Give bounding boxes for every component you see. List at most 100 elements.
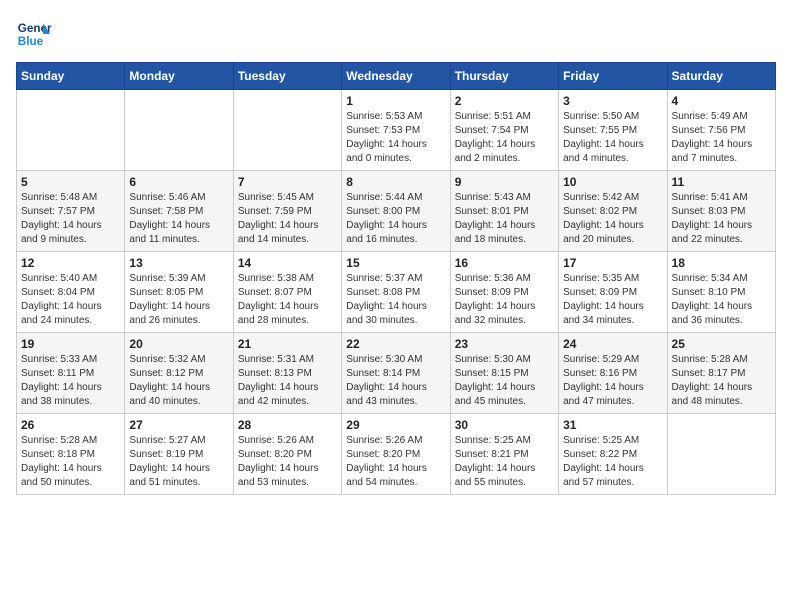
- day-info: Sunrise: 5:40 AMSunset: 8:04 PMDaylight:…: [21, 272, 120, 328]
- calendar-header: SundayMondayTuesdayWednesdayThursdayFrid…: [17, 63, 776, 90]
- day-info: Sunrise: 5:30 AMSunset: 8:15 PMDaylight:…: [455, 353, 554, 409]
- weekday-header: Friday: [559, 63, 667, 90]
- calendar-cell: 20 Sunrise: 5:32 AMSunset: 8:12 PMDayligh…: [125, 333, 233, 414]
- calendar-cell: 12Sunrise: 5:40 AMSunset: 8:04 PMDayligh…: [17, 252, 125, 333]
- day-info: Sunrise: 5:32 AMSunset: 8:12 PMDaylight:…: [129, 353, 228, 409]
- day-info: Sunrise: 5:48 AMSunset: 7:57 PMDaylight:…: [21, 191, 120, 247]
- day-info: Sunrise: 5:26 AMSunset: 8:20 PMDaylight:…: [346, 434, 445, 490]
- calendar-cell: 14 Sunrise: 5:38 AMSunset: 8:07 PMDayligh…: [233, 252, 341, 333]
- day-number: 19: [21, 337, 120, 351]
- calendar-cell: 9 Sunrise: 5:43 AMSunset: 8:01 PMDaylight…: [450, 171, 558, 252]
- logo: General Blue: [16, 16, 52, 52]
- day-number: 4: [672, 94, 771, 108]
- calendar-cell: 19 Sunrise: 5:33 AMSunset: 8:11 PMDayligh…: [17, 333, 125, 414]
- day-number: 20: [129, 337, 228, 351]
- day-info: Sunrise: 5:28 AMSunset: 8:17 PMDaylight:…: [672, 353, 771, 409]
- day-number: 23: [455, 337, 554, 351]
- calendar-cell: 23 Sunrise: 5:30 AMSunset: 8:15 PMDayligh…: [450, 333, 558, 414]
- calendar-week-row: 5 Sunrise: 5:48 AMSunset: 7:57 PMDaylight…: [17, 171, 776, 252]
- day-number: 15: [346, 256, 445, 270]
- day-number: 26: [21, 418, 120, 432]
- calendar-body: 1Sunrise: 5:53 AMSunset: 7:53 PMDaylight…: [17, 90, 776, 495]
- calendar-cell: 10 Sunrise: 5:42 AMSunset: 8:02 PMDayligh…: [559, 171, 667, 252]
- day-info: Sunrise: 5:30 AMSunset: 8:14 PMDaylight:…: [346, 353, 445, 409]
- day-number: 21: [238, 337, 337, 351]
- day-number: 14: [238, 256, 337, 270]
- day-info: Sunrise: 5:49 AMSunset: 7:56 PMDaylight:…: [672, 110, 771, 166]
- calendar-cell: 7 Sunrise: 5:45 AMSunset: 7:59 PMDaylight…: [233, 171, 341, 252]
- weekday-header: Tuesday: [233, 63, 341, 90]
- day-info: Sunrise: 5:29 AMSunset: 8:16 PMDaylight:…: [563, 353, 662, 409]
- day-info: Sunrise: 5:26 AMSunset: 8:20 PMDaylight:…: [238, 434, 337, 490]
- day-number: 28: [238, 418, 337, 432]
- calendar-cell: 16 Sunrise: 5:36 AMSunset: 8:09 PMDayligh…: [450, 252, 558, 333]
- logo-icon: General Blue: [16, 16, 52, 52]
- calendar-cell: 26Sunrise: 5:28 AMSunset: 8:18 PMDayligh…: [17, 414, 125, 495]
- day-info: Sunrise: 5:37 AMSunset: 8:08 PMDaylight:…: [346, 272, 445, 328]
- svg-text:Blue: Blue: [18, 35, 44, 48]
- calendar-cell: 30 Sunrise: 5:25 AMSunset: 8:21 PMDayligh…: [450, 414, 558, 495]
- calendar-cell: 31 Sunrise: 5:25 AMSunset: 8:22 PMDayligh…: [559, 414, 667, 495]
- calendar-week-row: 1Sunrise: 5:53 AMSunset: 7:53 PMDaylight…: [17, 90, 776, 171]
- day-number: 27: [129, 418, 228, 432]
- day-number: 1: [346, 94, 445, 108]
- day-info: Sunrise: 5:41 AMSunset: 8:03 PMDaylight:…: [672, 191, 771, 247]
- day-number: 24: [563, 337, 662, 351]
- calendar-cell: 11Sunrise: 5:41 AMSunset: 8:03 PMDayligh…: [667, 171, 775, 252]
- day-info: Sunrise: 5:38 AMSunset: 8:07 PMDaylight:…: [238, 272, 337, 328]
- day-info: Sunrise: 5:51 AMSunset: 7:54 PMDaylight:…: [455, 110, 554, 166]
- calendar-cell: [17, 90, 125, 171]
- day-info: Sunrise: 5:34 AMSunset: 8:10 PMDaylight:…: [672, 272, 771, 328]
- day-number: 5: [21, 175, 120, 189]
- calendar-cell: [125, 90, 233, 171]
- day-number: 30: [455, 418, 554, 432]
- calendar-cell: 1Sunrise: 5:53 AMSunset: 7:53 PMDaylight…: [342, 90, 450, 171]
- page-header: General Blue: [16, 16, 776, 52]
- day-info: Sunrise: 5:46 AMSunset: 7:58 PMDaylight:…: [129, 191, 228, 247]
- calendar-week-row: 12Sunrise: 5:40 AMSunset: 8:04 PMDayligh…: [17, 252, 776, 333]
- day-info: Sunrise: 5:33 AMSunset: 8:11 PMDaylight:…: [21, 353, 120, 409]
- calendar-week-row: 19 Sunrise: 5:33 AMSunset: 8:11 PMDayligh…: [17, 333, 776, 414]
- calendar-cell: [667, 414, 775, 495]
- calendar-cell: 18 Sunrise: 5:34 AMSunset: 8:10 PMDayligh…: [667, 252, 775, 333]
- day-info: Sunrise: 5:42 AMSunset: 8:02 PMDaylight:…: [563, 191, 662, 247]
- day-number: 3: [563, 94, 662, 108]
- day-number: 7: [238, 175, 337, 189]
- calendar-cell: 13Sunrise: 5:39 AMSunset: 8:05 PMDayligh…: [125, 252, 233, 333]
- day-info: Sunrise: 5:25 AMSunset: 8:21 PMDaylight:…: [455, 434, 554, 490]
- calendar-cell: [233, 90, 341, 171]
- day-number: 16: [455, 256, 554, 270]
- calendar-cell: 2 Sunrise: 5:51 AMSunset: 7:54 PMDaylight…: [450, 90, 558, 171]
- weekday-header: Monday: [125, 63, 233, 90]
- day-info: Sunrise: 5:31 AMSunset: 8:13 PMDaylight:…: [238, 353, 337, 409]
- day-number: 10: [563, 175, 662, 189]
- weekday-header: Sunday: [17, 63, 125, 90]
- calendar-cell: 22Sunrise: 5:30 AMSunset: 8:14 PMDayligh…: [342, 333, 450, 414]
- day-number: 18: [672, 256, 771, 270]
- day-info: Sunrise: 5:39 AMSunset: 8:05 PMDaylight:…: [129, 272, 228, 328]
- calendar-cell: 29 Sunrise: 5:26 AMSunset: 8:20 PMDayligh…: [342, 414, 450, 495]
- calendar-cell: 5 Sunrise: 5:48 AMSunset: 7:57 PMDaylight…: [17, 171, 125, 252]
- calendar-cell: 21 Sunrise: 5:31 AMSunset: 8:13 PMDayligh…: [233, 333, 341, 414]
- day-info: Sunrise: 5:44 AMSunset: 8:00 PMDaylight:…: [346, 191, 445, 247]
- day-number: 29: [346, 418, 445, 432]
- day-info: Sunrise: 5:35 AMSunset: 8:09 PMDaylight:…: [563, 272, 662, 328]
- calendar-table: SundayMondayTuesdayWednesdayThursdayFrid…: [16, 62, 776, 495]
- weekday-header: Wednesday: [342, 63, 450, 90]
- day-info: Sunrise: 5:25 AMSunset: 8:22 PMDaylight:…: [563, 434, 662, 490]
- day-number: 2: [455, 94, 554, 108]
- calendar-cell: 8 Sunrise: 5:44 AMSunset: 8:00 PMDaylight…: [342, 171, 450, 252]
- day-number: 8: [346, 175, 445, 189]
- day-info: Sunrise: 5:43 AMSunset: 8:01 PMDaylight:…: [455, 191, 554, 247]
- day-info: Sunrise: 5:36 AMSunset: 8:09 PMDaylight:…: [455, 272, 554, 328]
- calendar-cell: 27Sunrise: 5:27 AMSunset: 8:19 PMDayligh…: [125, 414, 233, 495]
- day-number: 17: [563, 256, 662, 270]
- weekday-header: Saturday: [667, 63, 775, 90]
- calendar-cell: 24 Sunrise: 5:29 AMSunset: 8:16 PMDayligh…: [559, 333, 667, 414]
- day-info: Sunrise: 5:45 AMSunset: 7:59 PMDaylight:…: [238, 191, 337, 247]
- day-number: 9: [455, 175, 554, 189]
- day-info: Sunrise: 5:50 AMSunset: 7:55 PMDaylight:…: [563, 110, 662, 166]
- day-number: 31: [563, 418, 662, 432]
- calendar-cell: 6Sunrise: 5:46 AMSunset: 7:58 PMDaylight…: [125, 171, 233, 252]
- calendar-cell: 17 Sunrise: 5:35 AMSunset: 8:09 PMDayligh…: [559, 252, 667, 333]
